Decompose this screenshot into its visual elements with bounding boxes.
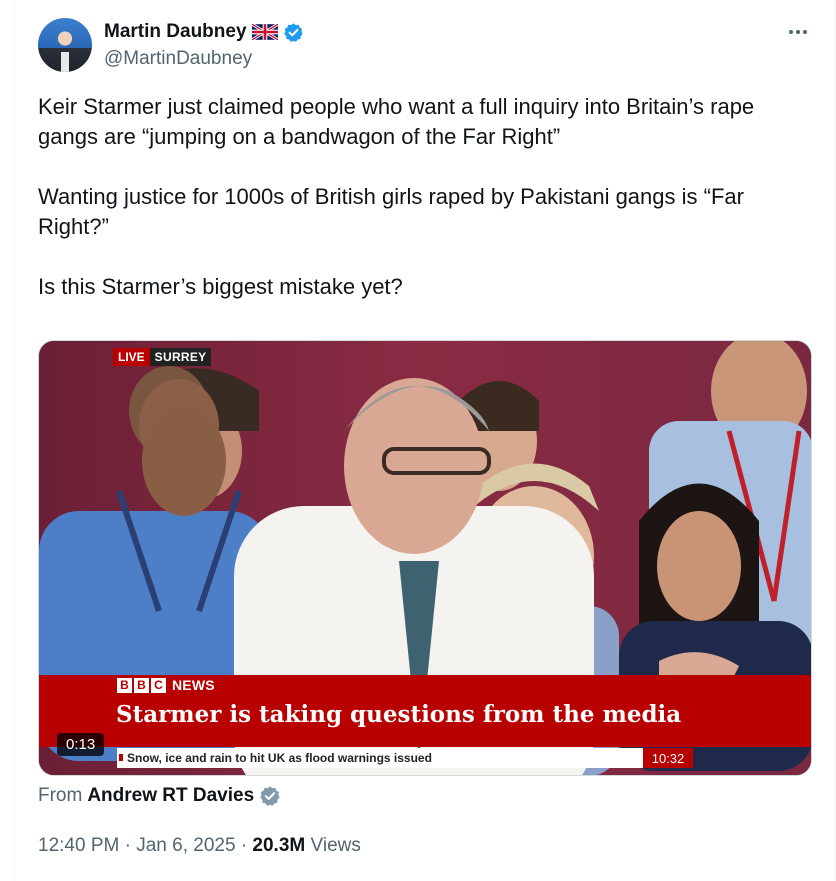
post-meta: 12:40 PM · Jan 6, 2025 · 20.3M Views (38, 835, 361, 857)
post-paragraph-2: Wanting justice for 1000s of British gir… (38, 184, 744, 239)
video-source: From Andrew RT Davies (38, 785, 281, 807)
broadcast-clock: 10:32 (643, 748, 693, 768)
bbc-news-label: NEWS (172, 677, 215, 693)
views-label: Views (310, 835, 361, 856)
source-name[interactable]: Andrew RT Davies (87, 785, 254, 807)
post-time[interactable]: 12:40 PM (38, 835, 119, 856)
meta-separator-2: · (240, 835, 248, 856)
author-avatar[interactable] (38, 18, 92, 72)
ticker-marker (119, 754, 123, 761)
bbc-letter-2: B (134, 677, 149, 693)
post-paragraph-3: Is this Starmer’s biggest mistake yet? (38, 274, 403, 299)
source-prefix: From (38, 785, 83, 806)
bbc-letter-3: C (151, 677, 166, 693)
live-badge: LIVE SURREY (113, 348, 212, 366)
meta-separator-1: · (124, 835, 131, 856)
gray-verified-badge-icon (260, 786, 280, 806)
more-options-icon[interactable] (784, 22, 812, 42)
video-headline: Starmer is taking questions from the med… (116, 701, 682, 728)
author-block: Martin Daubney @MartinDaubney (104, 20, 304, 70)
author-handle[interactable]: @MartinDaubney (104, 48, 304, 70)
verified-badge-icon[interactable] (283, 22, 304, 43)
post-date[interactable]: Jan 6, 2025 (136, 835, 235, 856)
video-duration: 0:13 (57, 733, 105, 756)
bbc-news-logo: B B C NEWS (117, 677, 215, 693)
video-player[interactable]: LIVE SURREY B B C NEWS Starmer is taking… (38, 340, 812, 776)
uk-flag-icon (251, 24, 278, 40)
live-label: LIVE (113, 348, 150, 366)
author-name[interactable]: Martin Daubney (104, 21, 247, 43)
post-paragraph-1: Keir Starmer just claimed people who wan… (38, 94, 755, 149)
ticker-text: Snow, ice and rain to hit UK as flood wa… (127, 751, 432, 765)
location-label: SURREY (149, 348, 212, 366)
author-name-row: Martin Daubney (104, 20, 304, 44)
bbc-letter-1: B (117, 677, 132, 693)
post-text: Keir Starmer just claimed people who wan… (38, 92, 818, 332)
views-count: 20.3M (252, 835, 306, 856)
